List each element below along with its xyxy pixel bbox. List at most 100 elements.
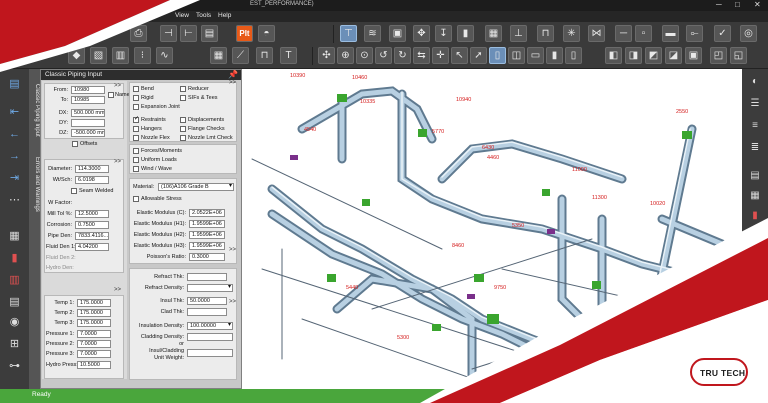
pit-button[interactable]: PIt — [236, 25, 253, 42]
hat-icon[interactable]: ◓ — [258, 25, 275, 42]
list-view-icon[interactable]: ☰ — [747, 97, 763, 110]
restraint-icon[interactable]: ⊤ — [340, 25, 357, 42]
reducer-checkbox[interactable] — [180, 86, 186, 92]
cube-icon[interactable]: ◆ — [68, 47, 85, 64]
move-icon[interactable]: ✛ — [432, 47, 449, 64]
rigid-checkbox[interactable] — [133, 95, 139, 101]
more-insulation-icon[interactable]: >> — [229, 299, 236, 305]
anchor-icon[interactable]: ≋ — [364, 25, 381, 42]
pressure2-input[interactable]: 7.0000 — [77, 340, 111, 348]
block-icon[interactable]: ▣ — [747, 269, 763, 282]
unit-weight-input[interactable] — [187, 349, 233, 357]
tab-errors-warnings[interactable]: Errors and Warnings — [29, 149, 40, 219]
cylinder-icon[interactable]: ▯ — [489, 47, 506, 64]
zoom-in-icon[interactable]: ⊕ — [337, 47, 354, 64]
pipe-density-input[interactable]: 7833.4116... — [75, 232, 109, 240]
support-icon[interactable]: ⊓ — [537, 25, 554, 42]
milltol-input[interactable]: 12.5000 — [75, 210, 109, 218]
menu-view[interactable]: View — [175, 12, 189, 19]
dy-input[interactable] — [71, 119, 105, 127]
uniform-loads-checkbox[interactable] — [133, 157, 139, 163]
wave-icon[interactable]: ∿ — [156, 47, 173, 64]
table-icon[interactable]: ▤ — [6, 295, 23, 309]
close-button[interactable]: ✕ — [754, 0, 761, 9]
menu-lines-icon[interactable]: ≡ — [747, 119, 763, 132]
menu-help[interactable]: Help — [218, 12, 231, 19]
more-pipe-icon[interactable]: >> — [114, 159, 121, 165]
columns-icon[interactable]: ▥ — [747, 229, 763, 242]
frame-icon[interactable]: ◫ — [508, 47, 525, 64]
expansion-joint-checkbox[interactable] — [133, 104, 139, 110]
sheet-icon[interactable]: ▤ — [747, 169, 763, 182]
check-icon[interactable]: ✓ — [714, 25, 731, 42]
layers-icon[interactable]: ▧ — [90, 47, 107, 64]
plot-icon[interactable]: ▤ — [201, 25, 218, 42]
maximize-button[interactable]: □ — [735, 0, 740, 9]
grid-icon[interactable]: ▦ — [210, 47, 227, 64]
zoom-icon[interactable]: ⊙ — [356, 47, 373, 64]
temp1-input[interactable]: 175.0000 — [77, 299, 111, 307]
select-icon[interactable]: ➚ — [470, 47, 487, 64]
view-icon[interactable]: ▯ — [565, 47, 582, 64]
dots-row-icon[interactable]: ⋯ — [6, 193, 23, 207]
material-dropdown[interactable]: (106)A106 Grade B — [158, 183, 234, 191]
chart-icon[interactable]: ▥ — [6, 273, 23, 287]
bend-checkbox[interactable] — [133, 86, 139, 92]
flag-icon[interactable]: ▮ — [457, 25, 474, 42]
temp2-input[interactable]: 175.0000 — [77, 309, 111, 317]
to-input[interactable]: 10985 — [71, 96, 105, 104]
elastic-modulus-c-input[interactable]: 2.0522E+06 — [189, 209, 225, 217]
name-checkbox[interactable] — [108, 92, 114, 98]
view-back-icon[interactable]: ▣ — [685, 47, 702, 64]
globe-icon[interactable]: ◎ — [740, 25, 757, 42]
forces-checkbox[interactable] — [133, 148, 139, 154]
wtsch-input[interactable]: 6.0198 — [75, 176, 109, 184]
line-icon[interactable]: ⟋ — [232, 47, 249, 64]
view-iso-icon[interactable]: ◧ — [605, 47, 622, 64]
offsets-checkbox[interactable] — [72, 141, 78, 147]
stack-icon[interactable]: ≣ — [747, 141, 763, 154]
t-icon[interactable]: T — [280, 47, 297, 64]
bars-icon[interactable]: ▥ — [112, 47, 129, 64]
model-viewport[interactable]: 10940 10460 4540 5770 2550 11000 10335 6… — [242, 69, 742, 394]
dx-input[interactable]: 500.000 mm — [71, 109, 105, 117]
sifs-checkbox[interactable] — [180, 95, 186, 101]
pressure1-input[interactable]: 7.0000 — [77, 330, 111, 338]
tag-icon[interactable]: ▬ — [662, 25, 679, 42]
view-all-icon[interactable]: ◰ — [710, 47, 727, 64]
nozzle-flex-checkbox[interactable] — [133, 135, 139, 141]
dots-icon[interactable]: ⁝ — [134, 47, 151, 64]
arrow-down-icon[interactable]: ↧ — [435, 25, 452, 42]
axis-icon[interactable]: ⊥ — [510, 25, 527, 42]
seam-welded-checkbox[interactable] — [71, 188, 77, 194]
graph-icon[interactable]: ⊶ — [6, 359, 23, 373]
flange-checks-checkbox[interactable] — [180, 126, 186, 132]
clad-thk-input[interactable] — [187, 308, 227, 316]
pan-icon[interactable]: ✣ — [318, 47, 335, 64]
more-conditions-icon[interactable]: >> — [114, 287, 121, 293]
insul-thk-input[interactable]: 50.0000 — [187, 297, 227, 305]
more-node-icon[interactable]: >> — [114, 83, 121, 89]
cross-icon[interactable]: ✳ — [563, 25, 580, 42]
solid-icon[interactable]: ▮ — [546, 47, 563, 64]
hydro-pressure-input[interactable]: 10.5000 — [77, 361, 111, 369]
globe-icon[interactable]: ◉ — [6, 315, 23, 329]
document-icon[interactable]: ▤ — [6, 77, 23, 91]
rotate-icon[interactable]: ↻ — [394, 47, 411, 64]
box-icon[interactable]: ▦ — [485, 25, 502, 42]
arrow-right-icon[interactable]: ⇥ — [6, 171, 23, 185]
node-icon[interactable]: ▣ — [389, 25, 406, 42]
diameter-input[interactable]: 114.3000 — [75, 165, 109, 173]
insulation-density-dropdown[interactable]: 100.00000 — [187, 322, 233, 330]
target-icon[interactable]: ◉ — [747, 249, 763, 262]
node-list-icon[interactable]: ⊞ — [6, 337, 23, 351]
nozzle-limit-checkbox[interactable] — [180, 135, 186, 141]
palette-icon[interactable]: ◐ — [747, 75, 763, 88]
move-up-icon[interactable]: ✥ — [413, 25, 430, 42]
menu-tools[interactable]: Tools — [196, 12, 211, 19]
dash-icon[interactable]: ─ — [615, 25, 632, 42]
fluid-density-1-input[interactable]: 4.04200 — [75, 243, 109, 251]
report-icon[interactable]: ▮ — [6, 251, 23, 265]
corrosion-input[interactable]: 0.7500 — [75, 221, 109, 229]
hangers-checkbox[interactable] — [133, 126, 139, 132]
